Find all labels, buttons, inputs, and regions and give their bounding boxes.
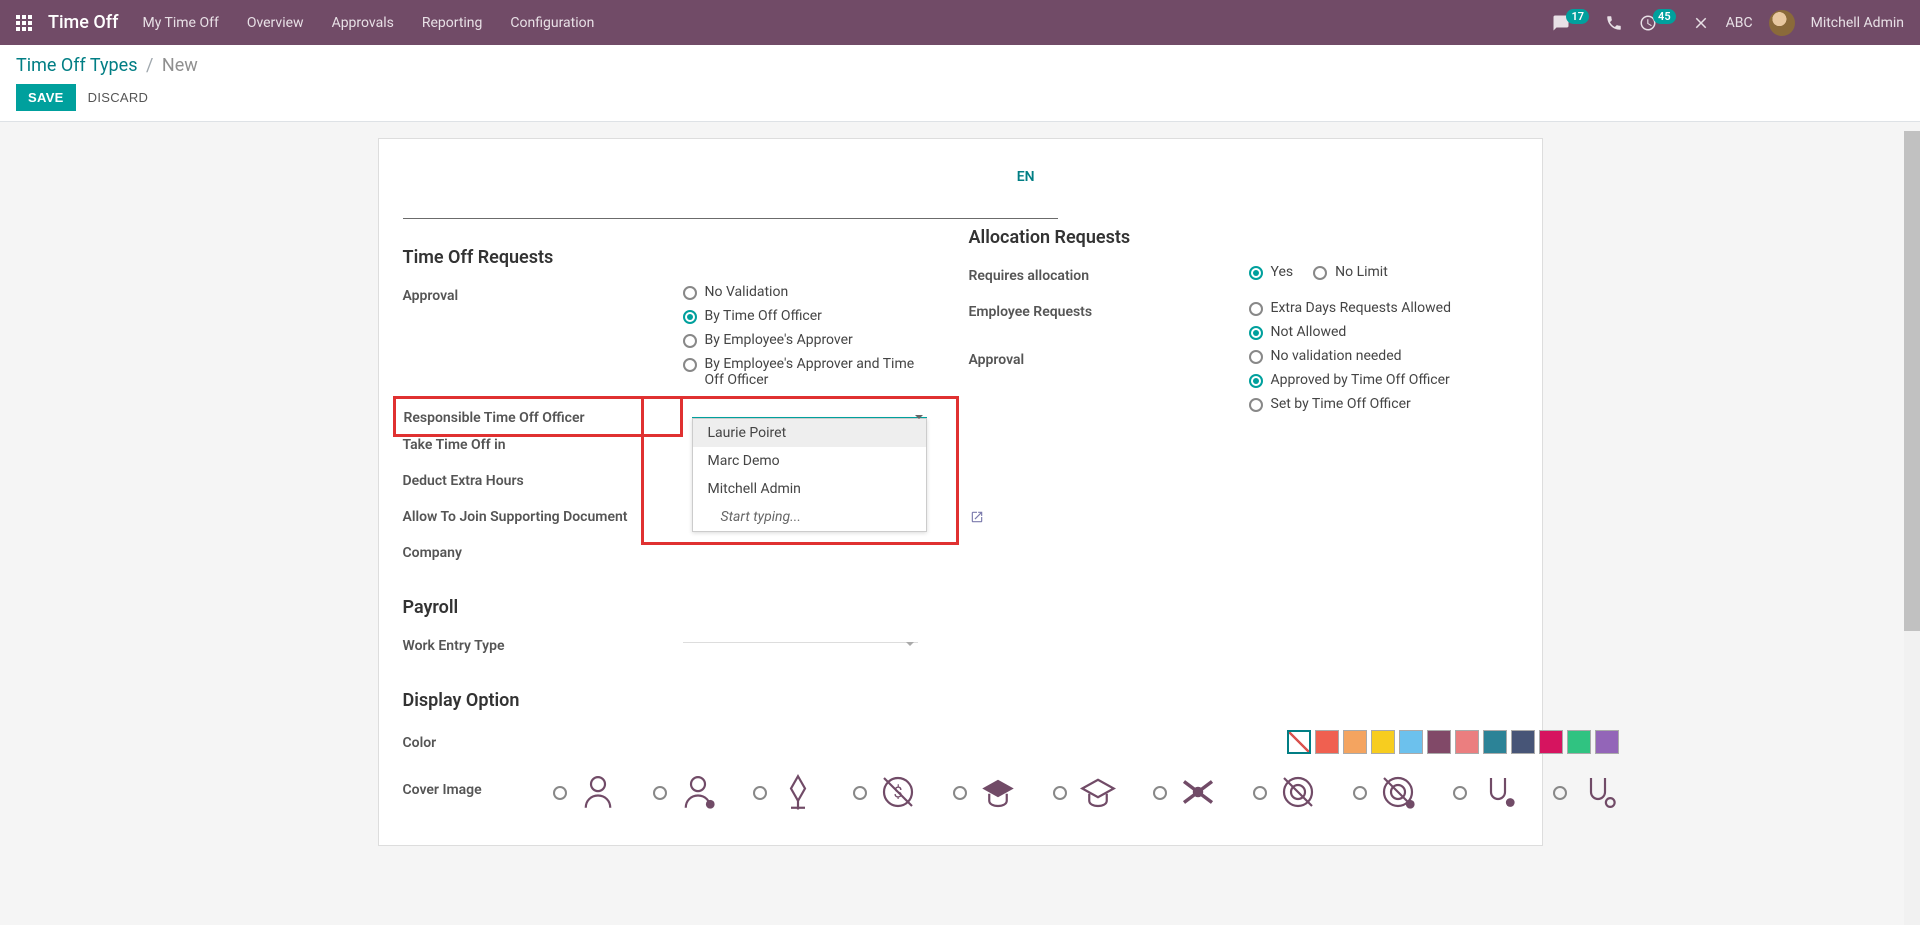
radio-extra-days[interactable]: Extra Days Requests Allowed: [1249, 300, 1509, 316]
avatar[interactable]: [1769, 10, 1795, 36]
messages-badge: 17: [1566, 9, 1589, 24]
close-icon[interactable]: [1692, 14, 1710, 32]
chevron-down-icon: [906, 642, 914, 646]
label-approval: Approval: [403, 284, 683, 304]
color-swatch[interactable]: [1539, 730, 1563, 754]
control-panel: Time Off Types / New SAVE DISCARD: [0, 45, 1920, 122]
apps-icon[interactable]: [16, 15, 32, 31]
activities-icon[interactable]: 45: [1639, 14, 1676, 32]
color-swatch[interactable]: [1511, 730, 1535, 754]
dropdown-option[interactable]: Marc Demo: [693, 447, 926, 475]
breadcrumb-link[interactable]: Time Off Types: [16, 55, 138, 76]
navbar: Time Off My Time Off Overview Approvals …: [0, 0, 1920, 45]
breadcrumb: Time Off Types / New: [16, 55, 1904, 76]
color-swatch[interactable]: [1315, 730, 1339, 754]
radio-requires-yes[interactable]: Yes: [1249, 264, 1294, 280]
radio-set-by-officer[interactable]: Set by Time Off Officer: [1249, 396, 1509, 412]
label-requires-allocation: Requires allocation: [969, 264, 1249, 284]
cover-option[interactable]: [753, 771, 819, 813]
cover-image-picker: $: [553, 771, 1619, 813]
color-swatch[interactable]: [1343, 730, 1367, 754]
section-payroll: Payroll: [403, 597, 1619, 618]
responsible-officer-dropdown[interactable]: Laurie Poiret Marc Demo Mitchell Admin S…: [641, 396, 959, 545]
cover-option[interactable]: [1153, 771, 1219, 813]
color-swatch[interactable]: [1595, 730, 1619, 754]
user-menu[interactable]: Mitchell Admin: [1811, 15, 1904, 31]
menu-overview[interactable]: Overview: [247, 15, 304, 31]
color-swatch[interactable]: [1483, 730, 1507, 754]
phone-icon[interactable]: [1605, 14, 1623, 32]
section-display-option: Display Option: [403, 690, 1619, 711]
menu-configuration[interactable]: Configuration: [510, 15, 594, 31]
radio-approved-by-officer[interactable]: Approved by Time Off Officer: [1249, 372, 1509, 388]
label-work-entry: Work Entry Type: [403, 634, 683, 654]
company-selector[interactable]: ABC: [1726, 15, 1753, 31]
color-swatch[interactable]: [1455, 730, 1479, 754]
radio-not-allowed[interactable]: Not Allowed: [1249, 324, 1509, 340]
cover-option[interactable]: [1553, 771, 1619, 813]
cover-option[interactable]: [1353, 771, 1419, 813]
save-button[interactable]: SAVE: [16, 84, 76, 111]
dropdown-start-typing[interactable]: Start typing...: [693, 503, 926, 531]
cover-option[interactable]: [1053, 771, 1119, 813]
scrollbar[interactable]: [1904, 131, 1920, 925]
cover-option[interactable]: $: [853, 771, 919, 813]
activities-badge: 45: [1653, 9, 1676, 24]
label-cover-image: Cover Image: [403, 778, 553, 798]
external-link-icon[interactable]: [970, 509, 984, 528]
dropdown-option[interactable]: Laurie Poiret: [693, 419, 926, 447]
lang-tag[interactable]: EN: [1017, 169, 1035, 185]
radio-no-validation-needed[interactable]: No validation needed: [1249, 348, 1509, 364]
color-swatch[interactable]: [1567, 730, 1591, 754]
cover-option[interactable]: [953, 771, 1019, 813]
menu-my-time-off[interactable]: My Time Off: [142, 15, 218, 31]
label-alloc-approval: Approval: [969, 348, 1249, 368]
radio-requires-nolimit[interactable]: No Limit: [1313, 264, 1388, 280]
cover-option[interactable]: [1253, 771, 1319, 813]
color-swatch[interactable]: [1371, 730, 1395, 754]
menu-reporting[interactable]: Reporting: [422, 15, 483, 31]
label-color: Color: [403, 731, 683, 751]
color-swatch[interactable]: [1427, 730, 1451, 754]
messages-icon[interactable]: 17: [1552, 14, 1589, 32]
cover-option[interactable]: [553, 771, 619, 813]
color-swatch[interactable]: [1399, 730, 1423, 754]
color-swatch-none[interactable]: [1287, 730, 1311, 754]
discard-button[interactable]: DISCARD: [88, 90, 149, 105]
chevron-down-icon: [915, 415, 923, 419]
menu-approvals[interactable]: Approvals: [332, 15, 394, 31]
work-entry-select[interactable]: [683, 634, 918, 643]
label-employee-requests: Employee Requests: [969, 300, 1249, 320]
form-sheet: EN Time Off Requests Approval No Validat…: [378, 138, 1543, 846]
breadcrumb-current: New: [162, 55, 198, 76]
app-title[interactable]: Time Off: [48, 12, 118, 33]
label-responsible-officer: Responsible Time Off Officer: [404, 410, 585, 426]
dropdown-option[interactable]: Mitchell Admin: [693, 475, 926, 503]
cover-option[interactable]: [653, 771, 719, 813]
color-picker: [1287, 730, 1619, 754]
section-allocation-requests: Allocation Requests: [969, 227, 1509, 248]
cover-option[interactable]: [1453, 771, 1519, 813]
